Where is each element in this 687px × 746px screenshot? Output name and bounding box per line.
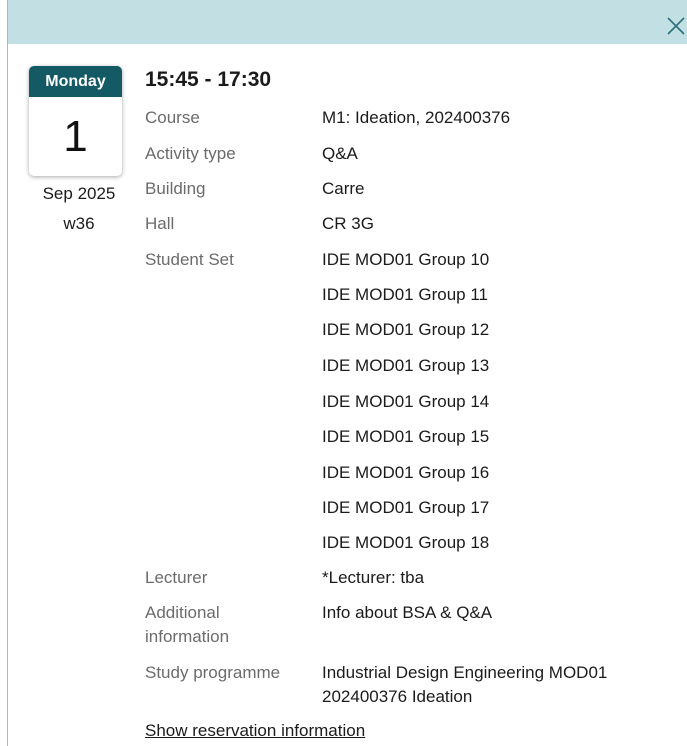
study-programme-value-line1: Industrial Design Engineering MOD01 <box>322 663 608 682</box>
hall-label: Hall <box>145 214 175 233</box>
lecturer-value: *Lecturer: tba <box>322 568 425 587</box>
building-label: Building <box>145 179 206 198</box>
additional-info-label-line1: Additional <box>145 603 220 622</box>
weekday-label: Monday <box>29 66 122 97</box>
course-value: M1: Ideation, 202400376 <box>322 108 511 127</box>
week-number: w36 <box>63 214 95 233</box>
study-programme-label: Study programme <box>145 663 281 682</box>
study-programme-value-line2: 202400376 Ideation <box>322 687 473 706</box>
activity-type-value: Q&A <box>322 144 358 163</box>
student-set-item: IDE MOD01 Group 13 <box>322 356 490 375</box>
student-set-item: IDE MOD01 Group 15 <box>322 427 490 446</box>
building-value: Carre <box>322 179 365 198</box>
student-set-item: IDE MOD01 Group 17 <box>322 498 490 517</box>
student-set-item: IDE MOD01 Group 16 <box>322 463 490 482</box>
hall-value: CR 3G <box>322 214 374 233</box>
close-icon <box>667 17 685 35</box>
activity-type-label: Activity type <box>145 144 236 163</box>
student-set-item: IDE MOD01 Group 11 <box>322 285 488 304</box>
student-set-label: Student Set <box>145 250 234 269</box>
show-reservation-link[interactable]: Show reservation information <box>145 721 365 741</box>
month-year: Sep 2025 <box>42 184 116 203</box>
close-button[interactable] <box>659 8 687 38</box>
student-set-item: IDE MOD01 Group 18 <box>322 533 490 552</box>
calendar-date-card: Monday 1 <box>29 66 122 176</box>
left-border <box>7 0 8 746</box>
time-range: 15:45 - 17:30 <box>145 68 272 91</box>
day-number: 1 <box>63 112 88 161</box>
student-set-item: IDE MOD01 Group 12 <box>322 320 490 339</box>
additional-info-label-line2: information <box>145 627 230 646</box>
student-set-item: IDE MOD01 Group 14 <box>322 392 490 411</box>
student-set-item: IDE MOD01 Group 10 <box>322 250 490 269</box>
dialog-header <box>8 0 687 44</box>
course-label: Course <box>145 108 200 127</box>
additional-info-value: Info about BSA & Q&A <box>322 603 493 622</box>
lecturer-label: Lecturer <box>145 568 208 587</box>
